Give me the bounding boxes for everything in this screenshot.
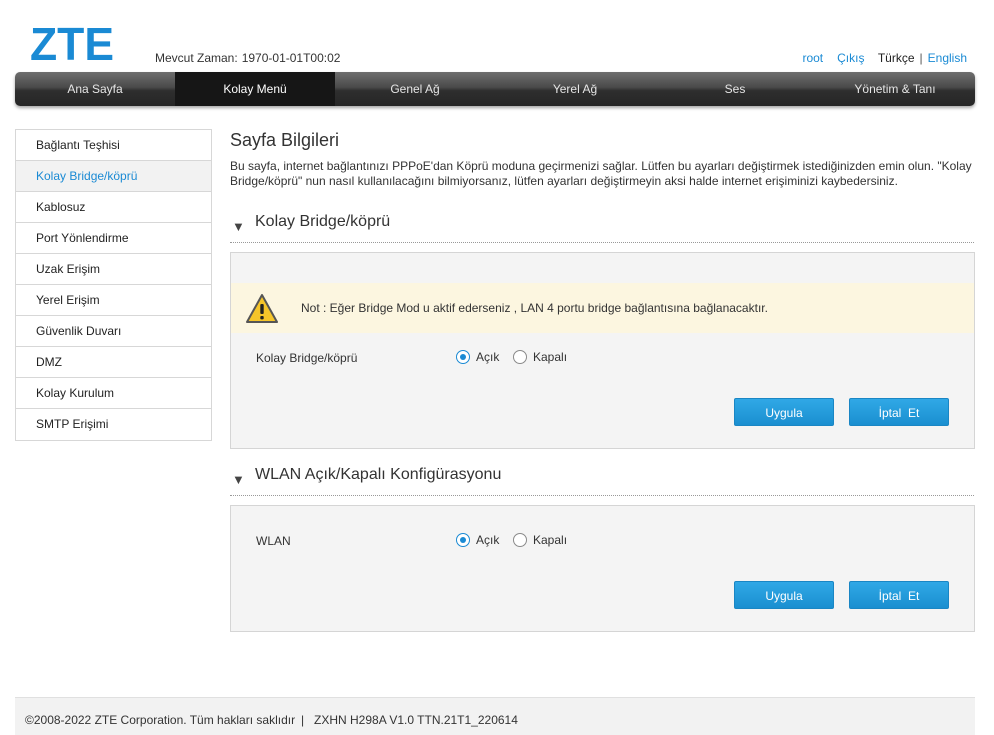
time-label: Mevcut Zaman: xyxy=(155,51,238,65)
wlan-section-header[interactable]: ▼ WLAN Açık/Kapalı Konfigürasyonu xyxy=(230,466,974,496)
footer-copyright: ©2008-2022 ZTE Corporation. Tüm hakları … xyxy=(25,713,296,727)
footer-separator: | xyxy=(301,713,305,727)
wlan-cancel-button[interactable]: İptal Et xyxy=(849,581,949,609)
footer-version: ZXHN H298A V1.0 TTN.21T1_220614 xyxy=(314,713,518,727)
radio-selected-icon xyxy=(456,350,470,364)
bridge-apply-button[interactable]: Uygula xyxy=(734,398,834,426)
sidebar-item-yerel-erisim[interactable]: Yerel Erişim xyxy=(16,285,211,316)
nav-ana-sayfa[interactable]: Ana Sayfa xyxy=(15,72,175,106)
sidebar-item-kablosuz[interactable]: Kablosuz xyxy=(16,192,211,223)
lang-separator: | xyxy=(919,51,923,65)
footer: ©2008-2022 ZTE Corporation. Tüm hakları … xyxy=(15,697,975,735)
sidebar-item-dmz[interactable]: DMZ xyxy=(16,347,211,378)
bridge-section-header[interactable]: ▼ Kolay Bridge/köprü xyxy=(230,213,974,243)
nav-ses[interactable]: Ses xyxy=(655,72,815,106)
sidebar: Bağlantı Teşhisi Kolay Bridge/köprü Kabl… xyxy=(15,129,212,441)
wlan-label: WLAN xyxy=(256,534,291,548)
sidebar-item-kolay-kurulum[interactable]: Kolay Kurulum xyxy=(16,378,211,409)
bridge-panel: Not : Eğer Bridge Mod u aktif ederseniz … xyxy=(230,252,975,449)
wlan-radio-off[interactable]: Kapalı xyxy=(513,533,567,547)
wlan-section-title: WLAN Açık/Kapalı Konfigürasyonu xyxy=(255,466,502,483)
collapse-triangle-icon[interactable]: ▼ xyxy=(232,472,245,487)
nav-yerel-ag[interactable]: Yerel Ağ xyxy=(495,72,655,106)
svg-text:ZTE: ZTE xyxy=(30,22,114,64)
bridge-note-text: Not : Eğer Bridge Mod u aktif ederseniz … xyxy=(301,301,768,315)
logout-link[interactable]: Çıkış xyxy=(837,51,864,65)
collapse-triangle-icon[interactable]: ▼ xyxy=(232,219,245,234)
user-link[interactable]: root xyxy=(802,51,823,65)
nav-genel-ag[interactable]: Genel Ağ xyxy=(335,72,495,106)
sidebar-item-smtp-erisimi[interactable]: SMTP Erişimi xyxy=(16,409,211,440)
bridge-radio-off-label: Kapalı xyxy=(533,350,568,364)
wlan-panel: WLAN Açık Kapalı Uygula İptal Et xyxy=(230,505,975,632)
page-info: Sayfa Bilgileri Bu sayfa, internet bağla… xyxy=(230,130,975,189)
page-title: Sayfa Bilgileri xyxy=(230,130,340,150)
wlan-apply-button[interactable]: Uygula xyxy=(734,581,834,609)
main-nav: Ana Sayfa Kolay Menü Genel Ağ Yerel Ağ S… xyxy=(15,72,975,106)
zte-logo: ZTE xyxy=(30,22,114,64)
sidebar-item-baglanti-teshisi[interactable]: Bağlantı Teşhisi xyxy=(16,130,211,161)
radio-unselected-icon xyxy=(513,350,527,364)
bridge-radio-on[interactable]: Açık xyxy=(456,350,499,364)
bridge-label: Kolay Bridge/köprü xyxy=(256,351,358,365)
sidebar-item-guvenlik-duvari[interactable]: Güvenlik Duvarı xyxy=(16,316,211,347)
wlan-radio-on-label: Açık xyxy=(476,533,500,547)
sidebar-item-kolay-bridge[interactable]: Kolay Bridge/köprü xyxy=(16,161,211,192)
page-description: Bu sayfa, internet bağlantınızı PPPoE'da… xyxy=(230,159,972,188)
wlan-radio-off-label: Kapalı xyxy=(533,533,568,547)
radio-selected-icon xyxy=(456,533,470,547)
lang-current: Türkçe xyxy=(877,51,915,65)
nav-yonetim-tani[interactable]: Yönetim & Tanı xyxy=(815,72,975,106)
time-value: 1970-01-01T00:02 xyxy=(241,51,341,65)
top-links: root Çıkış Türkçe | English xyxy=(802,51,967,65)
sidebar-item-uzak-erisim[interactable]: Uzak Erişim xyxy=(16,254,211,285)
bridge-radio-off[interactable]: Kapalı xyxy=(513,350,567,364)
bridge-radio-on-label: Açık xyxy=(476,350,500,364)
bridge-section-title: Kolay Bridge/köprü xyxy=(255,213,391,230)
warning-icon xyxy=(246,294,278,323)
bridge-note: Not : Eğer Bridge Mod u aktif ederseniz … xyxy=(231,283,974,333)
current-time: Mevcut Zaman: 1970-01-01T00:02 xyxy=(155,51,340,65)
lang-english-link[interactable]: English xyxy=(928,51,967,65)
bridge-cancel-button[interactable]: İptal Et xyxy=(849,398,949,426)
nav-kolay-menu[interactable]: Kolay Menü xyxy=(175,72,335,106)
sidebar-item-port-yonlendirme[interactable]: Port Yönlendirme xyxy=(16,223,211,254)
wlan-radio-on[interactable]: Açık xyxy=(456,533,499,547)
radio-unselected-icon xyxy=(513,533,527,547)
